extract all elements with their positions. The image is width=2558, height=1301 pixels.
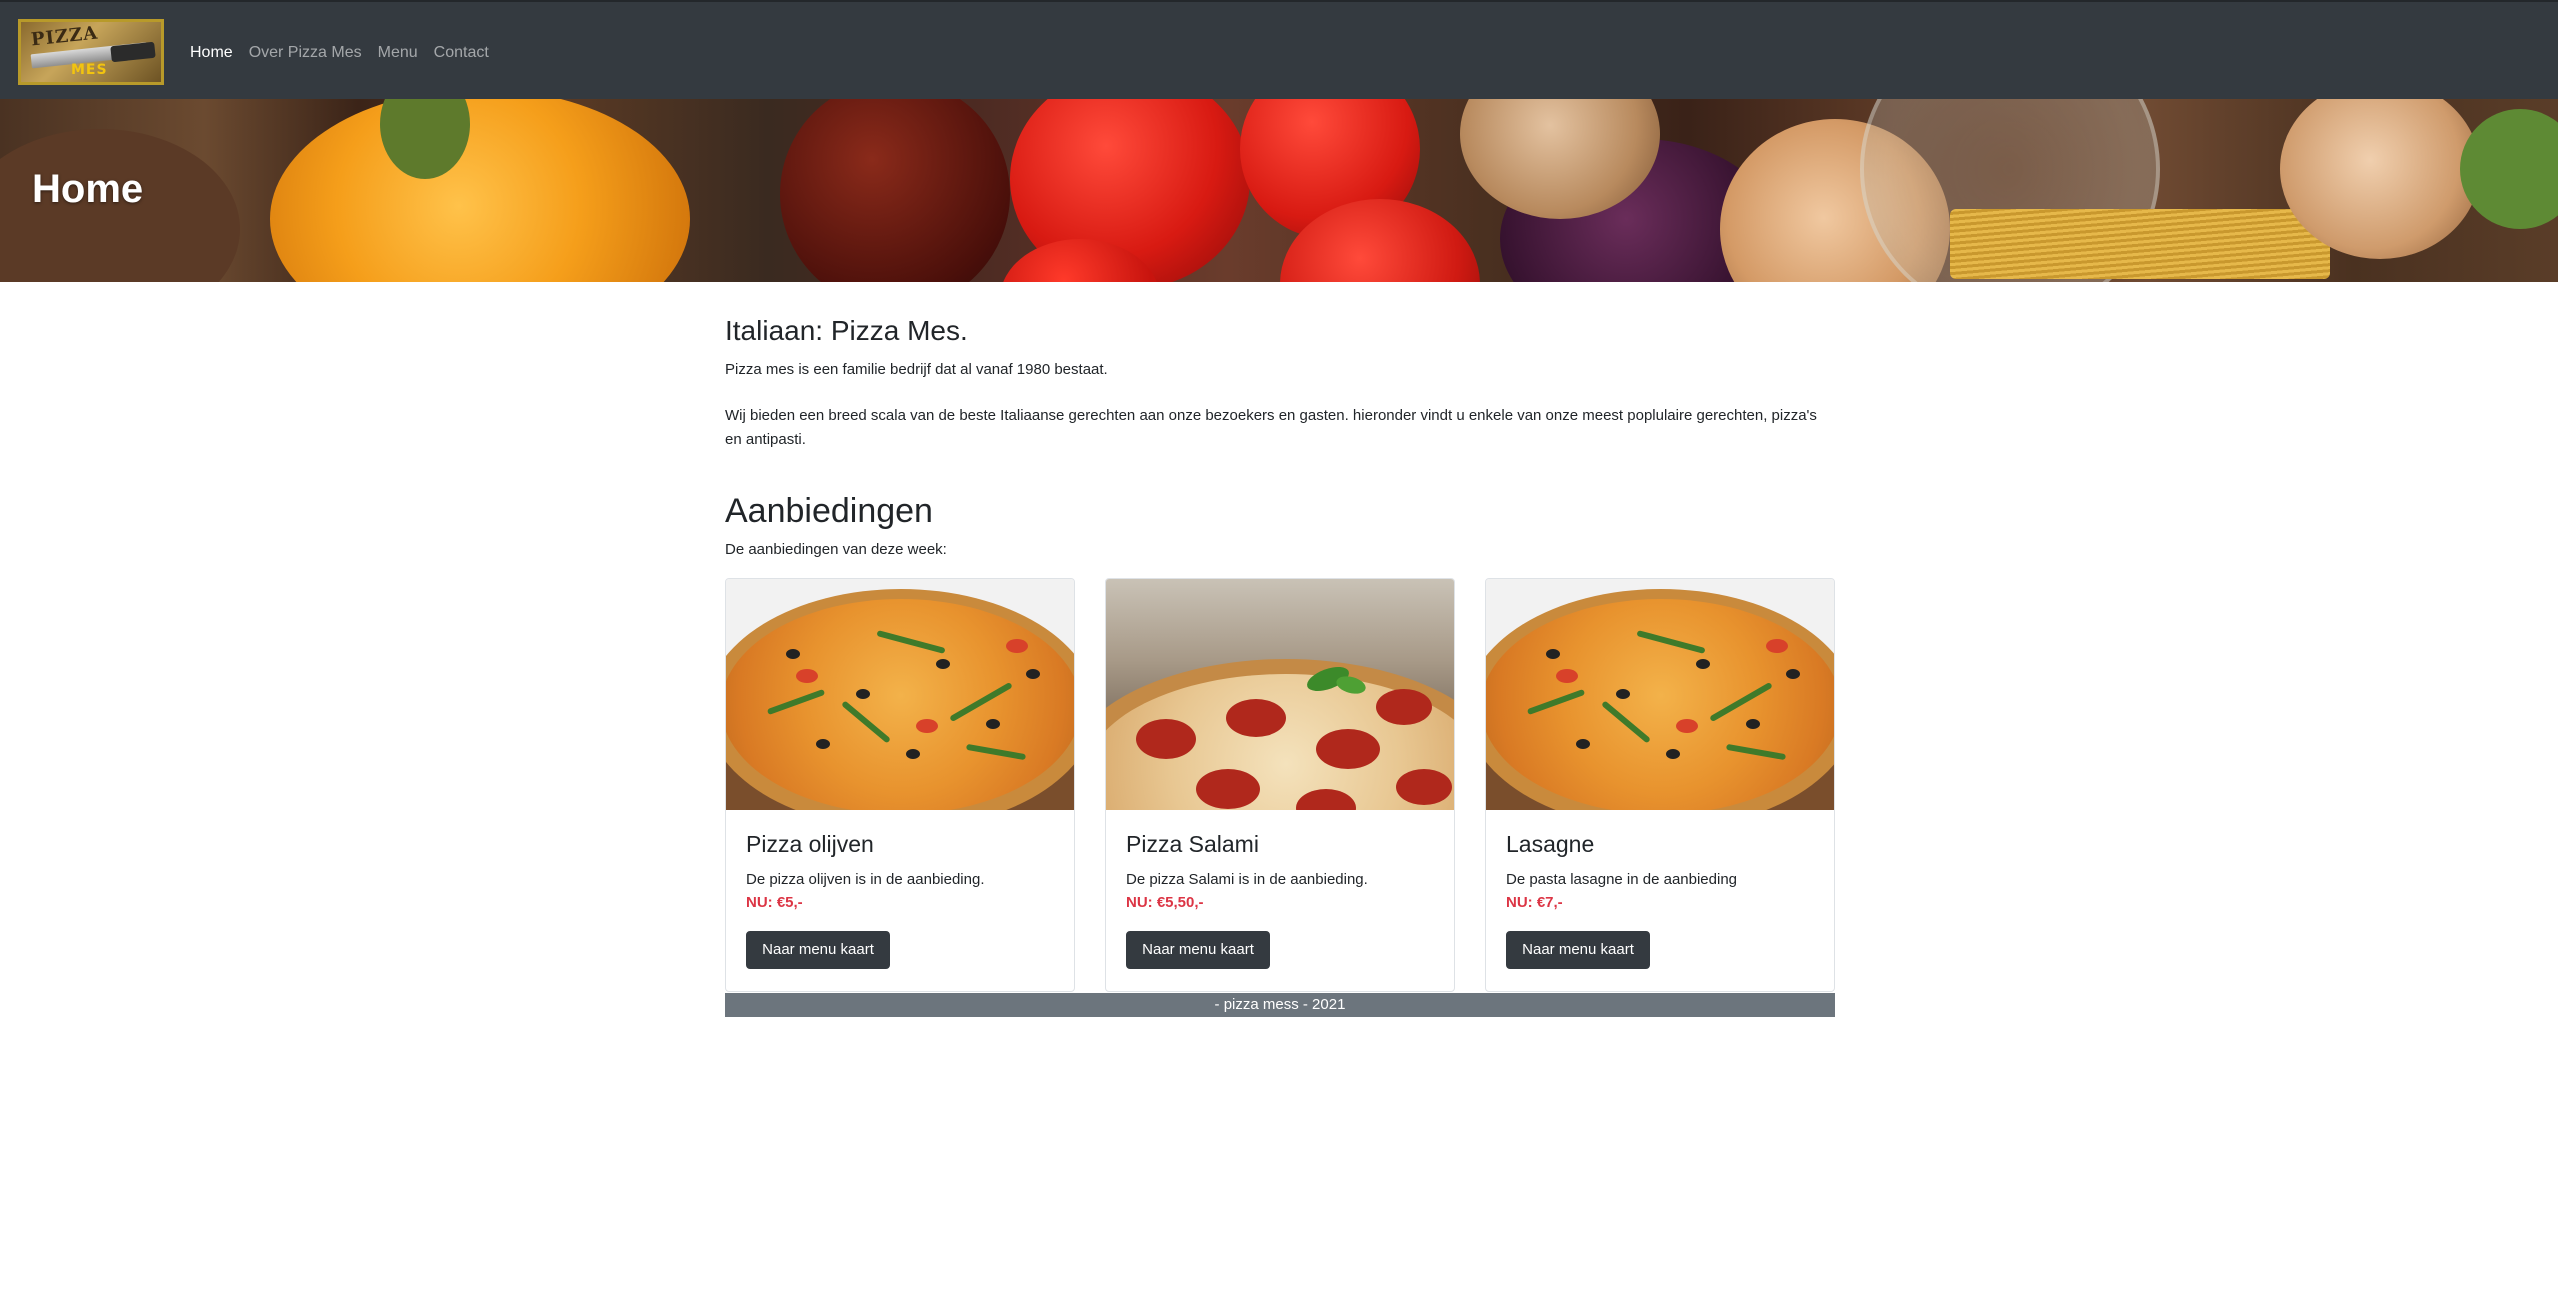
- card-title: Pizza olijven: [746, 831, 874, 857]
- menu-card-button[interactable]: Naar menu kaart: [1126, 931, 1270, 969]
- menu-card-button[interactable]: Naar menu kaart: [1506, 931, 1650, 969]
- footer: - pizza mess - 2021: [725, 993, 1835, 1017]
- knife-handle-icon: [110, 41, 156, 63]
- card-description: De pasta lasagne in de aanbieding: [1506, 871, 1738, 888]
- offers-title: Aanbiedingen: [725, 492, 933, 530]
- card-price: NU: €7,-: [1506, 894, 1563, 911]
- nav-item-over-pizza-mes[interactable]: Over Pizza Mes: [249, 43, 362, 63]
- offer-card: Pizza Salami De pizza Salami is in de aa…: [1105, 578, 1455, 992]
- offers-subtitle: De aanbiedingen van deze week:: [725, 541, 947, 558]
- card-description: De pizza Salami is in de aanbieding.: [1126, 871, 1368, 888]
- pizza-olives-icon: [726, 579, 1074, 810]
- offer-card: Lasagne De pasta lasagne in de aanbiedin…: [1485, 578, 1835, 992]
- hero-banner: Home: [0, 99, 2558, 282]
- about-title: Italiaan: Pizza Mes.: [725, 315, 968, 346]
- menu-card-button[interactable]: Naar menu kaart: [746, 931, 890, 969]
- card-title: Lasagne: [1506, 831, 1595, 857]
- nav-item-home[interactable]: Home: [190, 43, 233, 63]
- page-title: Home: [32, 167, 144, 211]
- nav-links: Home Over Pizza Mes Menu Contact: [190, 43, 505, 63]
- offer-card: Pizza olijven De pizza olijven is in de …: [725, 578, 1075, 992]
- card-description: De pizza olijven is in de aanbieding.: [746, 871, 985, 888]
- navbar: PIZZA MES Home Over Pizza Mes Menu Conta…: [0, 0, 2558, 99]
- card-price: NU: €5,50,-: [1126, 894, 1204, 911]
- pizza-olives-icon: [1486, 579, 1834, 810]
- pizza-salami-icon: [1106, 579, 1454, 810]
- nav-item-contact[interactable]: Contact: [434, 43, 489, 63]
- logo[interactable]: PIZZA MES: [18, 19, 164, 85]
- nav-item-menu[interactable]: Menu: [378, 43, 418, 63]
- logo-text-top: PIZZA: [30, 22, 100, 51]
- card-title: Pizza Salami: [1126, 831, 1259, 857]
- about-paragraph-2: Wij bieden een breed scala van de beste …: [725, 407, 1817, 448]
- about-paragraph-1: Pizza mes is een familie bedrijf dat al …: [725, 361, 1108, 378]
- offer-cards: Pizza olijven De pizza olijven is in de …: [725, 578, 1835, 992]
- card-price: NU: €5,-: [746, 894, 803, 911]
- logo-text-bottom: MES: [71, 62, 108, 78]
